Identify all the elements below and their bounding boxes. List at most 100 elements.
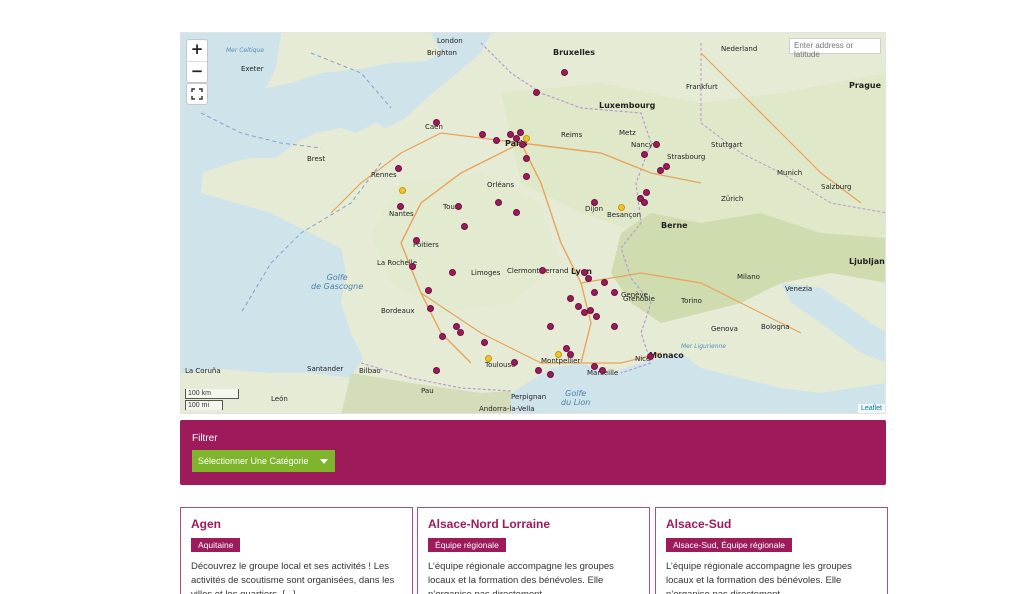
label-clermont: Clermont-Ferrand [507,267,569,275]
zoom-in-button[interactable]: + [187,40,207,61]
group-card[interactable]: Alsace-Sud Alsace-Sud, Équipe régionale … [655,507,888,594]
label-nancy: Nancy [631,141,653,149]
map-marker[interactable] [591,199,598,206]
category-select[interactable]: Sélectionner Une Catégorie [192,450,335,472]
label-brest: Brest [307,155,326,163]
map-marker[interactable] [567,351,574,358]
map-marker[interactable] [653,141,660,148]
leaflet-attribution-link[interactable]: Leaflet [857,404,885,413]
map-marker[interactable] [601,279,608,286]
map-marker[interactable] [395,165,402,172]
map-marker[interactable] [587,307,594,314]
map-marker[interactable] [555,351,562,358]
label-golfe-gascogne: Golfe de Gascogne [311,273,364,291]
map-marker[interactable] [647,353,654,360]
card-tag[interactable]: Alsace-Sud, Équipe régionale [666,538,792,552]
map-marker[interactable] [523,173,530,180]
map-marker[interactable] [591,289,598,296]
map-marker[interactable] [539,267,546,274]
map-marker[interactable] [517,129,524,136]
label-bruxelles: Bruxelles [553,48,595,57]
label-orleans: Orléans [487,181,515,189]
label-perpignan: Perpignan [511,393,547,401]
label-santander: Santander [307,365,344,373]
map-marker[interactable] [455,203,462,210]
card-title[interactable]: Alsace-Sud [666,517,877,531]
map-marker[interactable] [561,69,568,76]
map-marker[interactable] [481,339,488,346]
map-marker[interactable] [511,359,518,366]
map-marker[interactable] [513,135,520,142]
map-marker[interactable] [425,287,432,294]
map-marker[interactable] [641,151,648,158]
label-nantes: Nantes [389,210,414,218]
label-bilbao: Bilbao [359,367,381,375]
map-marker[interactable] [397,203,404,210]
map-marker[interactable] [585,275,592,282]
label-strasbourg: Strasbourg [667,153,706,161]
map-marker[interactable] [643,189,650,196]
map-marker[interactable] [519,141,526,148]
map-marker[interactable] [399,187,406,194]
map-marker[interactable] [479,131,486,138]
map-marker[interactable] [547,371,554,378]
map-marker[interactable] [533,89,540,96]
map-marker[interactable] [611,289,618,296]
label-munich: Munich [777,169,803,177]
group-card[interactable]: Agen Aquitaine Découvrez le groupe local… [180,507,413,594]
map-marker[interactable] [433,119,440,126]
group-card[interactable]: Alsace-Nord Lorraine Équipe régionale L’… [417,507,650,594]
card-tag[interactable]: Équipe régionale [428,538,506,552]
fullscreen-icon [191,88,203,100]
map-marker[interactable] [657,167,664,174]
label-brighton: Brighton [427,49,457,57]
map-marker[interactable] [618,204,625,211]
label-la-coruna: La Coruña [185,367,221,375]
label-bordeaux: Bordeaux [381,307,415,315]
scale-mi: 100 mi [185,400,223,410]
map-marker[interactable] [485,355,492,362]
label-luxembourg: Luxembourg [599,101,656,110]
card-description: L’équipe régionale accompagne les groupe… [428,561,614,594]
map-marker[interactable] [547,323,554,330]
card-title[interactable]: Alsace-Nord Lorraine [428,517,639,531]
card-tag[interactable]: Aquitaine [191,538,241,552]
map-marker[interactable] [461,223,468,230]
label-prague: Prague [849,81,882,90]
label-milano: Milano [737,273,760,281]
map-marker[interactable] [611,323,618,330]
map-marker[interactable] [493,137,500,144]
fullscreen-button[interactable] [186,83,208,105]
map-marker[interactable] [599,367,606,374]
label-reims: Reims [561,131,583,139]
map-marker[interactable] [449,269,456,276]
map-marker[interactable] [567,295,574,302]
map-marker[interactable] [523,155,530,162]
map-marker[interactable] [663,163,670,170]
map-marker[interactable] [513,209,520,216]
map-marker[interactable] [427,305,434,312]
label-andorra: Andorra-la-Vella [479,405,535,413]
map-marker[interactable] [593,313,600,320]
zoom-control: + − [186,39,208,83]
zoom-out-button[interactable]: − [187,61,207,82]
map-marker[interactable] [439,333,446,340]
address-search-input[interactable]: Enter address or latitude [789,38,881,59]
map-marker[interactable] [495,199,502,206]
label-metz: Metz [619,129,636,137]
map[interactable]: Golfe de Gascogne Golfe du Lion Mer Celt… [180,32,886,414]
map-marker[interactable] [535,367,542,374]
map-marker[interactable] [591,363,598,370]
label-exeter: Exeter [241,65,264,73]
map-marker[interactable] [641,199,648,206]
map-scale: 100 km 100 mi [185,389,239,410]
map-marker[interactable] [409,263,416,270]
card-title[interactable]: Agen [191,517,402,531]
map-marker[interactable] [457,329,464,336]
label-london: London [437,37,463,45]
map-marker[interactable] [433,367,440,374]
label-salzburg: Salzburg [821,183,852,191]
label-besancon: Besançon [607,211,642,219]
map-marker[interactable] [413,237,420,244]
map-marker[interactable] [575,303,582,310]
